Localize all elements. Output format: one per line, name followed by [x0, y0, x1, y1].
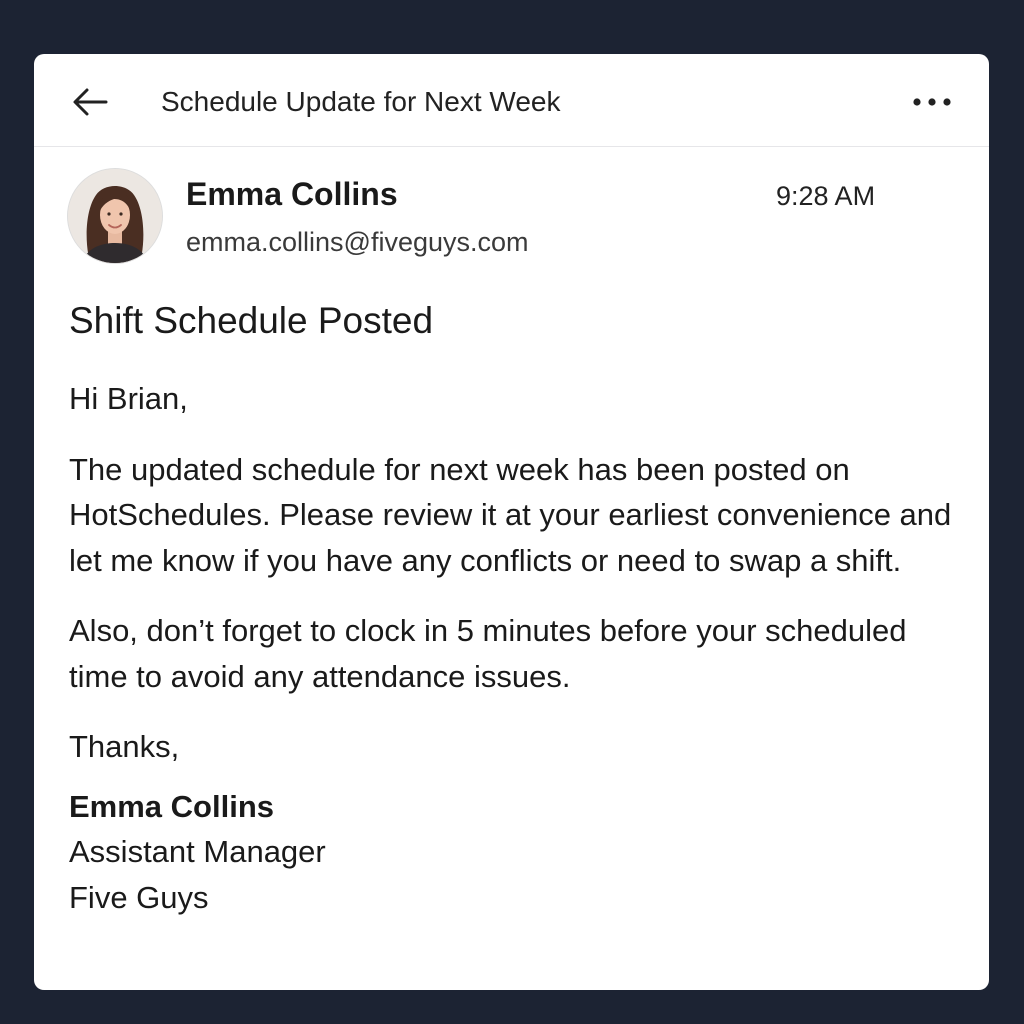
- more-options-button[interactable]: [908, 82, 956, 122]
- email-subject: Shift Schedule Posted: [69, 300, 434, 341]
- email-header-bar: Schedule Update for Next Week: [34, 54, 989, 147]
- sender-avatar[interactable]: [67, 168, 163, 264]
- signature-title: Assistant Manager: [69, 834, 326, 869]
- back-button[interactable]: [70, 82, 110, 122]
- thread-title: Schedule Update for Next Week: [161, 86, 561, 117]
- sender-name[interactable]: Emma Collins: [186, 174, 398, 214]
- email-body: Hi Brian, The updated schedule for next …: [69, 376, 969, 920]
- message-time: 9:28 AM: [776, 181, 876, 211]
- signature-company: Five Guys: [69, 879, 209, 915]
- more-horizontal-icon: [913, 98, 951, 106]
- arrow-left-icon: [73, 88, 108, 116]
- closing-line: Thanks,: [69, 729, 180, 764]
- body-paragraph: Also, don’t forget to clock in 5 minutes…: [69, 613, 907, 694]
- greeting-line: Hi Brian,: [69, 381, 188, 416]
- avatar-photo: [68, 169, 162, 263]
- sender-email[interactable]: emma.collins@fiveguys.com: [186, 224, 529, 260]
- email-view: Schedule Update for Next Week Emma Colli…: [34, 54, 989, 990]
- body-paragraph: The updated schedule for next week has b…: [69, 451, 952, 578]
- signature-name: Emma Collins: [69, 788, 274, 824]
